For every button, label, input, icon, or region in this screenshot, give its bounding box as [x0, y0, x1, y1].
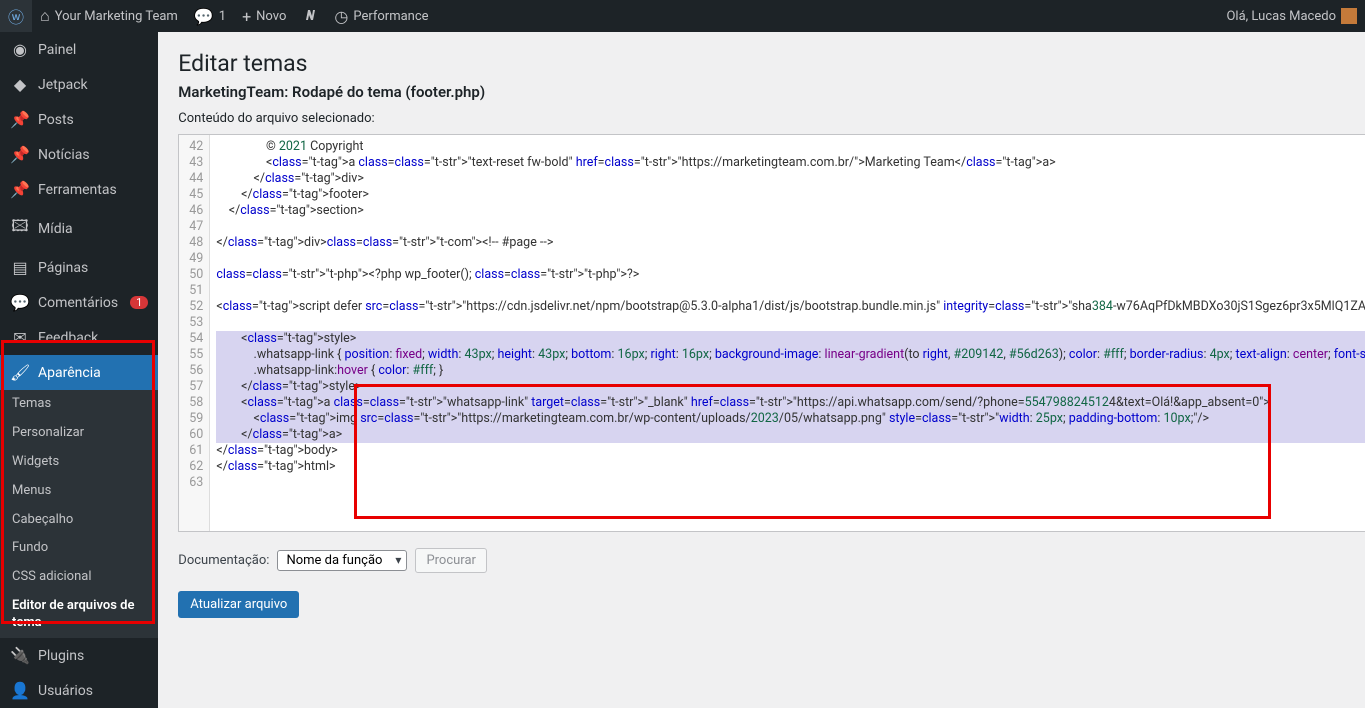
sidebar-item-label: Páginas — [38, 260, 88, 276]
sidebar-item-aparência[interactable]: 🖌 Aparência — [0, 355, 158, 390]
dashboard-icon: ◉ — [10, 40, 30, 59]
pin-icon: 📌 — [10, 145, 30, 164]
submenu-item[interactable]: Temas — [0, 390, 158, 419]
sidebar-item-feedback[interactable]: ✉ Feedback — [0, 320, 158, 355]
code-line[interactable]: </class="t-tag">body> — [216, 443, 1365, 459]
sidebar-item-label: Plugins — [38, 648, 84, 664]
documentation-label: Documentação: — [178, 553, 269, 568]
greeting-label: Olá, Lucas Macedo — [1226, 9, 1336, 24]
my-account-link[interactable]: Olá, Lucas Macedo — [1218, 0, 1365, 32]
submenu-item[interactable]: Menus — [0, 477, 158, 506]
code-line[interactable]: </class="t-tag">html> — [216, 459, 1365, 475]
sidebar-item-label: Painel — [38, 42, 76, 58]
update-file-button[interactable]: Atualizar arquivo — [178, 591, 299, 618]
code-line[interactable] — [216, 283, 1365, 299]
code-line[interactable] — [216, 315, 1365, 331]
sidebar-item-ferramentas[interactable]: 📌 Ferramentas — [0, 172, 158, 207]
code-line[interactable]: </class="t-tag">div>class=class="t-str">… — [216, 235, 1365, 251]
comments-link[interactable]: 💬1 — [186, 0, 234, 32]
site-name-link[interactable]: ⌂Your Marketing Team — [32, 0, 186, 32]
code-line[interactable]: <class="t-tag">a class=class="t-str">"wh… — [216, 395, 1365, 411]
new-label: Novo — [256, 9, 286, 24]
submenu-item[interactable]: Personalizar — [0, 419, 158, 448]
code-line[interactable] — [216, 219, 1365, 235]
new-content-link[interactable]: +Novo — [234, 0, 294, 32]
code-line[interactable]: </class="t-tag">a> — [216, 427, 1365, 443]
comments-icon: 💬 — [10, 293, 30, 312]
code-line[interactable]: <class="t-tag">a class=class="t-str">"te… — [216, 155, 1365, 171]
performance-link[interactable]: ◷Performance — [326, 0, 436, 32]
submenu-item[interactable]: Cabeçalho — [0, 506, 158, 535]
documentation-select[interactable]: Nome da função — [277, 550, 407, 571]
code-lines[interactable]: © 2021 Copyright <class="t-tag">a class=… — [210, 135, 1365, 531]
jetpack-icon: ◆ — [10, 75, 30, 94]
documentation-search-button[interactable]: Procurar — [415, 548, 487, 573]
code-line[interactable]: .whatsapp-link { position: fixed; width:… — [216, 347, 1365, 363]
plugins-icon: 🔌 — [10, 646, 30, 665]
performance-label: Performance — [353, 9, 428, 24]
code-line[interactable] — [216, 475, 1365, 491]
sidebar-item-posts[interactable]: 📌 Posts — [0, 102, 158, 137]
sidebar-item-label: Mídia — [38, 221, 73, 237]
sidebar-item-label: Jetpack — [38, 77, 88, 93]
site-name-label: Your Marketing Team — [55, 9, 178, 24]
sidebar-item-label: Posts — [38, 112, 74, 128]
media-icon: 🖾 — [10, 215, 30, 242]
comments-count: 1 — [219, 9, 226, 24]
badge: 1 — [130, 296, 148, 309]
sidebar-item-mídia[interactable]: 🖾 Mídia — [0, 207, 158, 250]
sidebar-item-comentários[interactable]: 💬 Comentários 1 — [0, 285, 158, 320]
sidebar-item-label: Comentários — [38, 295, 118, 311]
code-line[interactable]: </class="t-tag">div> — [216, 171, 1365, 187]
avatar-icon — [1341, 8, 1357, 24]
content-label: Conteúdo do arquivo selecionado: — [178, 111, 485, 126]
code-line[interactable]: class=class="t-str">"t-php"><?php wp_foo… — [216, 267, 1365, 283]
code-editor[interactable]: 4243444546474849505152535455565758596061… — [178, 134, 1365, 532]
code-line[interactable]: </class="t-tag">footer> — [216, 187, 1365, 203]
code-line[interactable]: </class="t-tag">section> — [216, 203, 1365, 219]
pages-icon: ▤ — [10, 258, 30, 277]
submenu-item[interactable]: Editor de arquivos de tema — [0, 592, 158, 638]
admin-toolbar: ⓦ ⌂Your Marketing Team 💬1 +Novo ◷Perform… — [0, 0, 1365, 32]
sidebar-item-label: Usuários — [38, 683, 93, 699]
sidebar-item-label: Aparência — [38, 365, 101, 381]
sidebar-item-plugins[interactable]: 🔌 Plugins — [0, 638, 158, 673]
code-line[interactable]: .whatsapp-link:hover { color: #fff; } — [216, 363, 1365, 379]
sidebar-item-jetpack[interactable]: ◆ Jetpack — [0, 67, 158, 102]
page-content: Ajuda ▾ Editar temas MarketingTeam: Roda… — [158, 32, 1365, 708]
yoast-link[interactable] — [294, 0, 326, 32]
admin-sidebar: ◉ Painel ◆ Jetpack 📌 Posts 📌 Notícias 📌 Ferrament… — [0, 32, 158, 708]
sidebar-item-label: Ferramentas — [38, 182, 117, 198]
code-line[interactable]: <class="t-tag">style> — [216, 331, 1365, 347]
code-line[interactable]: <class="t-tag">script defer src=class="t… — [216, 299, 1365, 315]
sidebar-item-notícias[interactable]: 📌 Notícias — [0, 137, 158, 172]
pin-icon: 📌 — [10, 110, 30, 129]
submenu-item[interactable]: Widgets — [0, 448, 158, 477]
sidebar-item-usuários[interactable]: 👤 Usuários — [0, 673, 158, 708]
pin-icon: 📌 — [10, 180, 30, 199]
submenu-item[interactable]: Fundo — [0, 534, 158, 563]
sidebar-item-label: Notícias — [38, 147, 90, 163]
page-title: Editar temas — [178, 50, 1365, 77]
wp-logo[interactable]: ⓦ — [0, 0, 32, 32]
users-icon: 👤 — [10, 681, 30, 700]
code-line[interactable] — [216, 251, 1365, 267]
sidebar-item-páginas[interactable]: ▤ Páginas — [0, 250, 158, 285]
sidebar-item-painel[interactable]: ◉ Painel — [0, 32, 158, 67]
sidebar-item-label: Feedback — [38, 330, 98, 346]
file-heading: MarketingTeam: Rodapé do tema (footer.ph… — [178, 83, 485, 101]
code-line[interactable]: <class="t-tag">img src=class="t-str">"ht… — [216, 411, 1365, 427]
code-line[interactable]: © 2021 Copyright — [216, 139, 1365, 155]
appearance-icon: 🖌 — [10, 363, 30, 382]
line-gutter: 4243444546474849505152535455565758596061… — [179, 135, 210, 531]
submenu-item[interactable]: CSS adicional — [0, 563, 158, 592]
code-line[interactable]: </class="t-tag">style> — [216, 379, 1365, 395]
feedback-icon: ✉ — [10, 328, 30, 347]
